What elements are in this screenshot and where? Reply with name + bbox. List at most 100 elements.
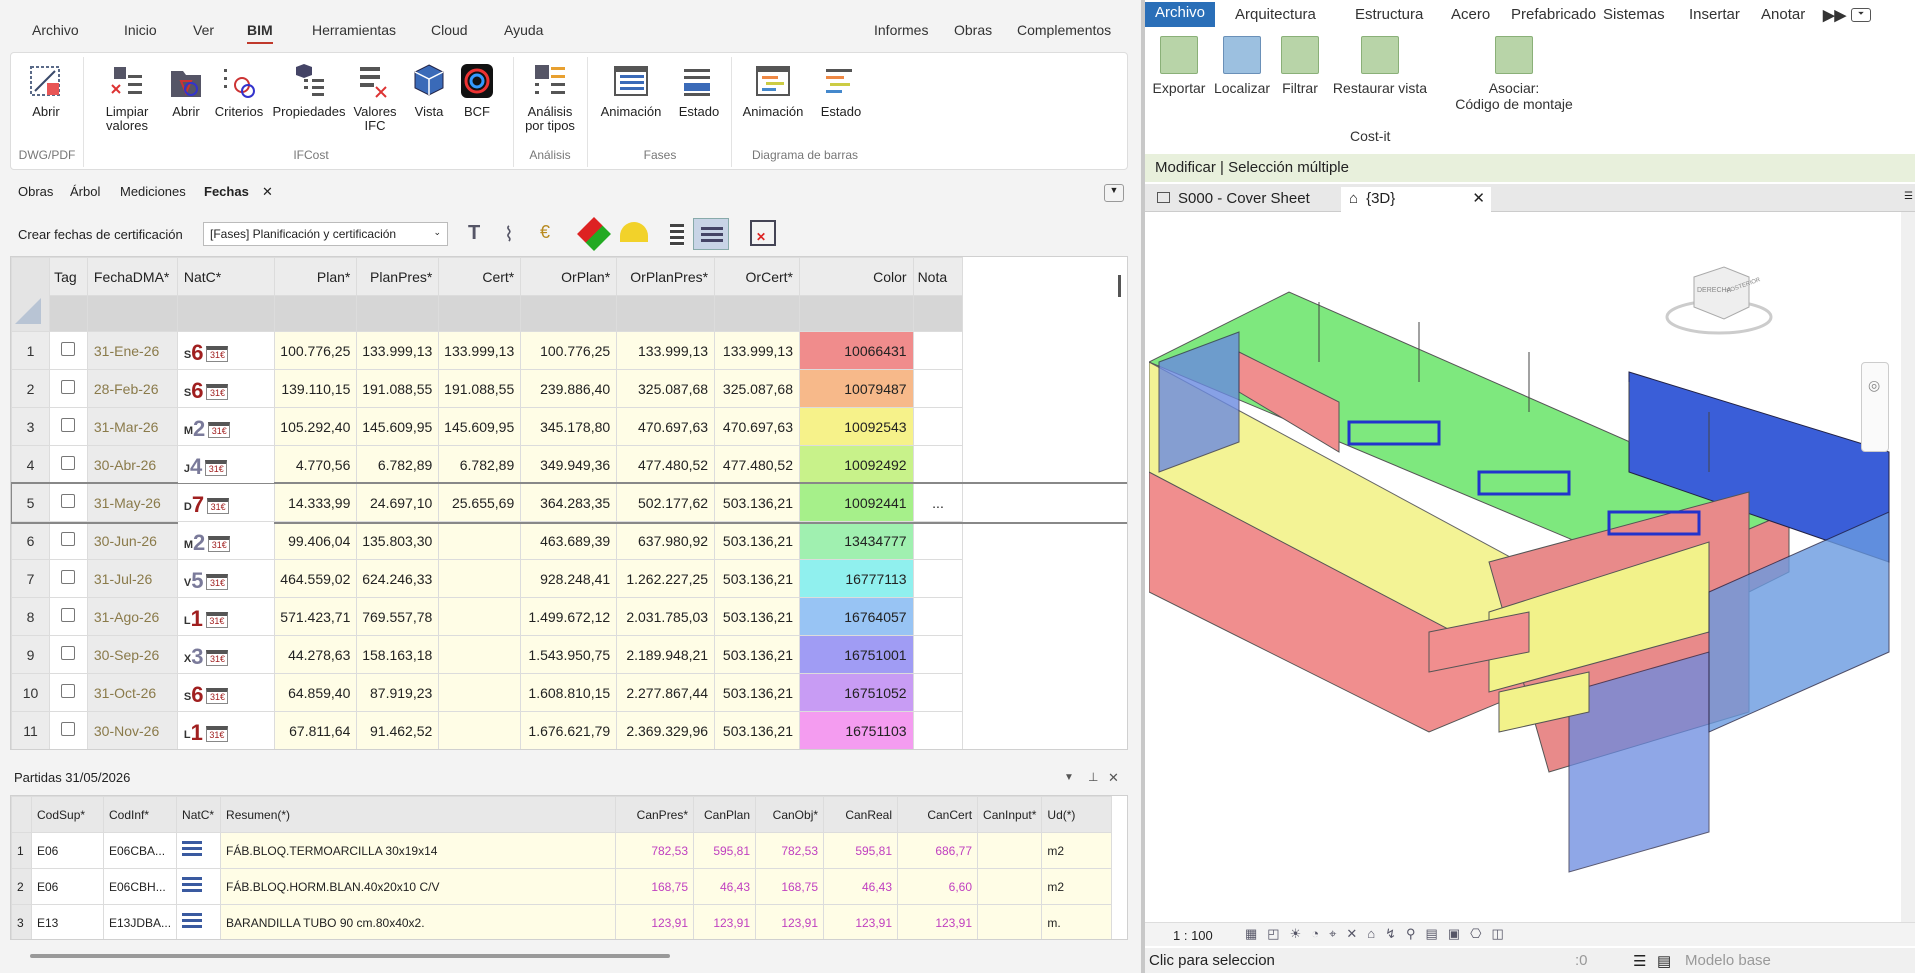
steering-wheel-icon[interactable]: ◎ [1868,377,1880,394]
attach-icon[interactable]: ⌇ [504,222,514,247]
planpres-cell[interactable]: 133.999,13 [356,331,440,370]
natc-cell[interactable]: J4 31€ [176,445,276,484]
close-tab-icon[interactable]: ✕ [262,184,273,200]
fases-select[interactable]: [Fases] Planificación y certificación ⌄ [203,222,448,246]
cert-cell[interactable]: 133.999,13 [438,331,522,370]
3d-view[interactable]: DERECHA POSTERIOR ◎ [1149,212,1901,922]
tab-cover-sheet[interactable]: S000 - Cover Sheet [1149,187,1339,212]
codsup-cell[interactable]: E06 [31,868,104,905]
row-number[interactable]: 3 [11,904,32,939]
animacion-fases-button[interactable]: Animación [593,61,669,119]
color-cell[interactable]: 16751052 [799,673,914,712]
menu-anotar[interactable]: Anotar [1761,6,1805,23]
planpres-cell[interactable]: 145.609,95 [356,407,440,446]
limpiar-valores-button[interactable]: Limpiar valores [97,61,157,133]
orplan-cell[interactable]: 100.776,25 [520,331,618,370]
plan-cell[interactable]: 4.770,56 [274,445,358,484]
canplan-cell[interactable]: 595,81 [693,832,757,869]
plan-cell[interactable]: 99.406,04 [274,521,358,560]
orcert-cell[interactable]: 503.136,21 [714,711,800,749]
codinf-cell[interactable]: E06CBH... [102,868,178,905]
natc-cell[interactable]: S6 31€ [176,331,276,370]
planpres-cell[interactable]: 624.246,33 [356,559,440,598]
color-cell[interactable]: 10092492 [799,445,914,484]
row-number[interactable]: 4 [11,445,50,484]
abrir-ifc-button[interactable]: Abrir [163,61,209,119]
orplanpres-cell[interactable]: 1.262.227,25 [616,559,716,598]
menu-herramientas[interactable]: Herramientas [312,22,396,38]
caninput-cell[interactable] [977,904,1043,939]
close-icon[interactable]: ✕ [1108,770,1119,786]
tab-3d[interactable]: ⌂ {3D} ✕ [1341,187,1491,212]
orplanpres-cell[interactable]: 2.369.329,96 [616,711,716,749]
nota-cell[interactable] [912,711,964,749]
delete-calendar-icon[interactable]: ✕ [750,220,776,246]
codinf-cell[interactable]: E06CBA... [102,832,178,869]
codsup-cell[interactable]: E13 [31,904,104,939]
table-row[interactable]: 2 28-Feb-26 S6 31€ 139.110,15 191.088,55 191.0… [11,369,1127,408]
tab-arbol[interactable]: Árbol [70,184,100,199]
row-number[interactable]: 11 [11,711,50,749]
table-row[interactable]: 11 30-Nov-26 L1 31€ 67.811,64 91.462,52 1.676.… [11,711,1127,749]
color-cell[interactable]: 10092441 [799,483,914,522]
cert-cell[interactable] [438,521,522,560]
orcert-cell[interactable]: 325.087,68 [714,369,800,408]
canreal-cell[interactable]: 123,91 [823,904,899,939]
header-canobj[interactable]: CanObj* [755,796,825,833]
resumen-cell[interactable]: BARANDILLA TUBO 90 cm.80x40x2. [220,904,617,939]
header-nota[interactable]: Nota [912,257,964,296]
nota-cell[interactable] [912,635,964,674]
orplanpres-cell[interactable]: 133.999,13 [616,331,716,370]
planpres-cell[interactable]: 6.782,89 [356,445,440,484]
plan-cell[interactable]: 64.859,40 [274,673,358,712]
header-ud[interactable]: Ud(*) [1041,796,1113,833]
header-orcert[interactable]: OrCert* [714,257,800,296]
nota-cell[interactable]: ... [912,483,964,522]
color-cell[interactable]: 16751103 [799,711,914,749]
menu-informes[interactable]: Informes [874,22,928,38]
header-plan[interactable]: Plan* [274,257,358,296]
plan-cell[interactable]: 464.559,02 [274,559,358,598]
model-icon[interactable]: ▤ [1657,952,1671,970]
filter-cell[interactable] [86,295,178,332]
menu-estructura[interactable]: Estructura [1355,6,1423,23]
natc-cell[interactable] [176,868,222,905]
canobj-cell[interactable]: 168,75 [755,868,825,905]
valores-ifc-button[interactable]: Valores IFC [351,61,399,133]
filter-cell[interactable] [799,295,914,332]
date-cell[interactable]: 30-Jun-26 [86,521,178,560]
table-row[interactable]: 2 E06 E06CBH... FÁB.BLOQ.HORM.BLAN.40x20… [11,868,1113,905]
orcert-cell[interactable]: 503.136,21 [714,521,800,560]
table-row[interactable]: 6 30-Jun-26 M2 31€ 99.406,04 135.803,30 463.68… [11,521,1127,560]
plan-cell[interactable]: 100.776,25 [274,331,358,370]
cert-cell[interactable] [438,711,522,749]
filter-cell[interactable] [714,295,800,332]
vertical-scrollbar[interactable] [1118,275,1121,297]
rows-icon[interactable] [670,224,684,246]
canreal-cell[interactable]: 595,81 [823,832,899,869]
filter-cell[interactable] [438,295,522,332]
planpres-cell[interactable]: 135.803,30 [356,521,440,560]
plan-cell[interactable]: 139.110,15 [274,369,358,408]
natc-cell[interactable]: V5 31€ [176,559,276,598]
filter-cell[interactable] [176,295,276,332]
estado-diagrama-button[interactable]: Estado [815,61,867,119]
nota-cell[interactable] [912,369,964,408]
menu-ayuda[interactable]: Ayuda [504,22,543,38]
natc-cell[interactable]: S6 31€ [176,673,276,712]
orplanpres-cell[interactable]: 2.031.785,03 [616,597,716,636]
filter-cell[interactable] [274,295,358,332]
orplanpres-cell[interactable]: 325.087,68 [616,369,716,408]
table-row[interactable]: 9 30-Sep-26 X3 31€ 44.278,63 158.163,18 1.543.… [11,635,1127,674]
resumen-cell[interactable]: FÁB.BLOQ.HORM.BLAN.40x20x10 C/V [220,868,617,905]
header-natc[interactable]: NatC* [176,257,276,296]
row-number[interactable]: 5 [11,483,50,522]
orcert-cell[interactable]: 477.480,52 [714,445,800,484]
cert-cell[interactable] [438,635,522,674]
color-cell[interactable]: 13434777 [799,521,914,560]
coins-icon[interactable]: € [540,222,550,243]
nota-cell[interactable] [912,331,964,370]
close-icon[interactable]: ✕ [1472,189,1485,207]
ud-cell[interactable]: m2 [1041,832,1113,869]
orplan-cell[interactable]: 1.608.810,15 [520,673,618,712]
